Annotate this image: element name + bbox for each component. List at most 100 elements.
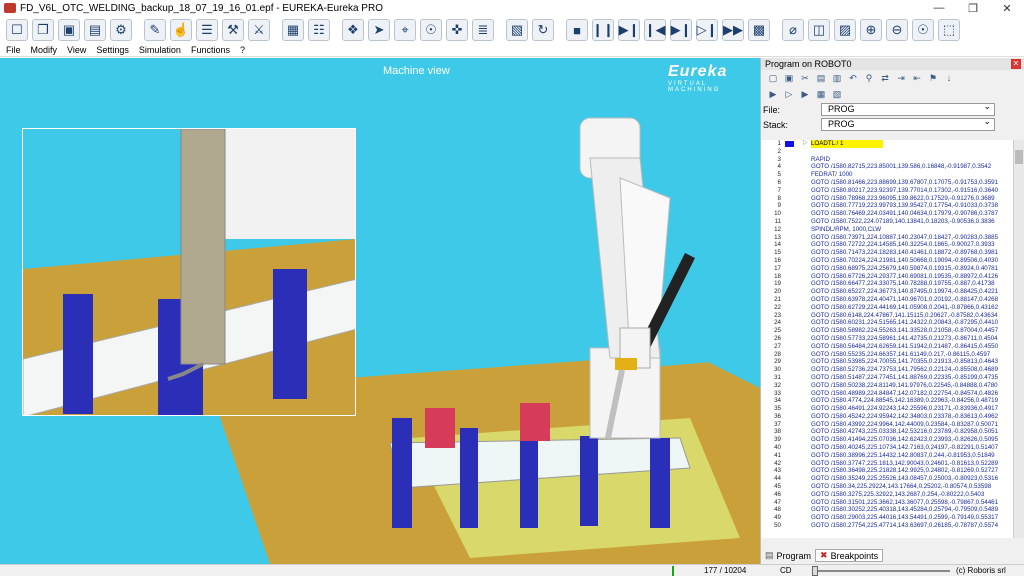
line-gutter[interactable] (783, 234, 811, 242)
line-gutter[interactable] (783, 156, 811, 164)
tab-breakpoints[interactable]: ✖ Breakpoints (815, 549, 884, 562)
code-line[interactable]: 4 GOTO /1580.82715,223.85001,139.586,0.16… (761, 163, 1013, 171)
line-gutter[interactable] (783, 226, 811, 234)
code-line[interactable]: 16 GOTO /1580.70224,224.21981,140.50668,0… (761, 257, 1013, 265)
code-line[interactable]: 44 GOTO /1580.35249,225.25526,143.08457,0… (761, 475, 1013, 483)
view-icon[interactable]: ▧ (831, 89, 843, 100)
step-line-icon[interactable]: ▷ (783, 89, 795, 100)
line-gutter[interactable] (783, 405, 811, 413)
program-code-list[interactable]: 1 ▷ LOADTL / 1 2 3 RAPID 4 GOTO /1580.82715,223… (761, 140, 1013, 538)
torch-close-up-view[interactable] (22, 128, 356, 416)
code-line[interactable]: 42 GOTO /1580.37747,225.1813,142.90043,0.… (761, 460, 1013, 468)
line-gutter[interactable] (783, 218, 811, 226)
clipboard-icon[interactable]: ☰ (196, 19, 218, 41)
goto-line-icon[interactable]: ↓ (943, 73, 955, 84)
pick-icon[interactable]: ☝ (170, 19, 192, 41)
step-over-icon[interactable]: ▷❙ (696, 19, 718, 41)
file-select[interactable]: PROG (821, 101, 995, 116)
line-gutter[interactable] (783, 296, 811, 304)
line-gutter[interactable] (783, 288, 811, 296)
find-icon[interactable]: ⚲ (863, 73, 875, 84)
line-gutter[interactable] (783, 491, 811, 499)
zoom-area-icon[interactable]: ⬚ (938, 19, 960, 41)
code-line[interactable]: 41 GOTO /1580.38996,225.14432,142.80837,0… (761, 452, 1013, 460)
line-gutter[interactable] (783, 148, 811, 156)
line-gutter[interactable] (783, 499, 811, 507)
zoom-in-icon[interactable]: ⊕ (860, 19, 882, 41)
code-line[interactable]: 25 GOTO /1580.58982,224.55263,141.33528,0… (761, 327, 1013, 335)
pointer-icon[interactable]: ➤ (368, 19, 390, 41)
options-icon[interactable]: ☷ (308, 19, 330, 41)
breakpoint-marker[interactable] (785, 141, 794, 147)
menu-help[interactable]: ? (240, 45, 245, 55)
line-gutter[interactable] (783, 171, 811, 179)
code-line[interactable]: 7 GOTO /1580.80217,223.92397,139.77014,0.… (761, 187, 1013, 195)
zoom-fit-icon[interactable]: ☉ (912, 19, 934, 41)
code-line[interactable]: 8 GOTO /1580.78968,223.96095,139.8622,0.1… (761, 195, 1013, 203)
line-gutter[interactable] (783, 358, 811, 366)
menu-view[interactable]: View (67, 45, 86, 55)
line-gutter[interactable] (783, 257, 811, 265)
code-line[interactable]: 22 GOTO /1580.62729,224.44169,141.05908,0… (761, 304, 1013, 312)
line-gutter[interactable] (783, 280, 811, 288)
code-line[interactable]: 40 GOTO /1580.40245,225.10734,142.7163,0.… (761, 444, 1013, 452)
code-line[interactable]: 15 GOTO /1580.71473,224.18283,140.41461,0… (761, 249, 1013, 257)
code-line[interactable]: 2 (761, 148, 1013, 156)
code-line[interactable]: 45 GOTO /1580.34,225.29224,143.17664,0.25… (761, 483, 1013, 491)
line-gutter[interactable] (783, 428, 811, 436)
machine-view[interactable]: Machine view Eureka VIRTUAL MACHINING (0, 58, 760, 564)
line-gutter[interactable] (783, 343, 811, 351)
line-gutter[interactable]: ▷ (783, 140, 811, 148)
film-icon[interactable]: ▨ (834, 19, 856, 41)
line-gutter[interactable] (783, 319, 811, 327)
line-gutter[interactable] (783, 475, 811, 483)
line-gutter[interactable] (783, 366, 811, 374)
line-gutter[interactable] (783, 327, 811, 335)
menu-simulation[interactable]: Simulation (139, 45, 181, 55)
new-program-icon[interactable]: ▢ (767, 73, 779, 84)
code-line[interactable]: 34 GOTO /1580.4774,224.88545,142.16389,0.… (761, 397, 1013, 405)
code-line[interactable]: 37 GOTO /1580.43992,224.9964,142.44009,0.… (761, 421, 1013, 429)
line-gutter[interactable] (783, 390, 811, 398)
line-gutter[interactable] (783, 506, 811, 514)
block-icon[interactable]: ▦ (815, 89, 827, 100)
paste-icon[interactable]: ▥ (831, 73, 843, 84)
menu-modify[interactable]: Modify (31, 45, 58, 55)
line-gutter[interactable] (783, 382, 811, 390)
code-line[interactable]: 18 GOTO /1580.67726,224.29377,140.69081,0… (761, 273, 1013, 281)
edit-icon[interactable]: ✎ (144, 19, 166, 41)
code-line[interactable]: 29 GOTO /1580.53985,224.70055,141.70355,0… (761, 358, 1013, 366)
line-gutter[interactable] (783, 351, 811, 359)
code-line[interactable]: 33 GOTO /1580.48989,224.84847,142.07182,0… (761, 390, 1013, 398)
code-line[interactable]: 30 GOTO /1580.52736,224.73753,141.79562,0… (761, 366, 1013, 374)
code-line[interactable]: 50 GOTO /1580.27754,225.47714,143.63697,0… (761, 522, 1013, 530)
media-icon[interactable]: ◫ (808, 19, 830, 41)
bookmark-icon[interactable]: ⚑ (927, 73, 939, 84)
line-gutter[interactable] (783, 467, 811, 475)
line-gutter[interactable] (783, 452, 811, 460)
pause-icon[interactable]: ❙❙ (592, 19, 614, 41)
line-gutter[interactable] (783, 374, 811, 382)
outdent-icon[interactable]: ⇤ (911, 73, 923, 84)
code-line[interactable]: 5 FEDRAT/ 1000 (761, 171, 1013, 179)
minimize-button[interactable]: — (922, 2, 956, 14)
indent-icon[interactable]: ⇥ (895, 73, 907, 84)
line-gutter[interactable] (783, 265, 811, 273)
step-back-icon[interactable]: ❙◀ (644, 19, 666, 41)
code-line[interactable]: 31 GOTO /1580.51487,224.77451,141.88769,0… (761, 374, 1013, 382)
menu-file[interactable]: File (6, 45, 21, 55)
line-gutter[interactable] (783, 210, 811, 218)
close-button[interactable]: ✕ (990, 2, 1024, 15)
run-from-icon[interactable]: ▶ (767, 89, 779, 100)
parts-icon[interactable]: ❖ (342, 19, 364, 41)
line-gutter[interactable] (783, 514, 811, 522)
line-gutter[interactable] (783, 304, 811, 312)
replace-icon[interactable]: ⇄ (879, 73, 891, 84)
measure-icon[interactable]: ⌀ (782, 19, 804, 41)
robot-icon[interactable]: ⚙ (110, 19, 132, 41)
zoom-out-icon[interactable]: ⊖ (886, 19, 908, 41)
open-file-icon[interactable]: ❐ (32, 19, 54, 41)
code-line[interactable]: 47 GOTO /1580.31501,225.3662,143.36077,0.… (761, 499, 1013, 507)
tools-icon[interactable]: ⚔ (248, 19, 270, 41)
settings-icon[interactable]: ⚒ (222, 19, 244, 41)
